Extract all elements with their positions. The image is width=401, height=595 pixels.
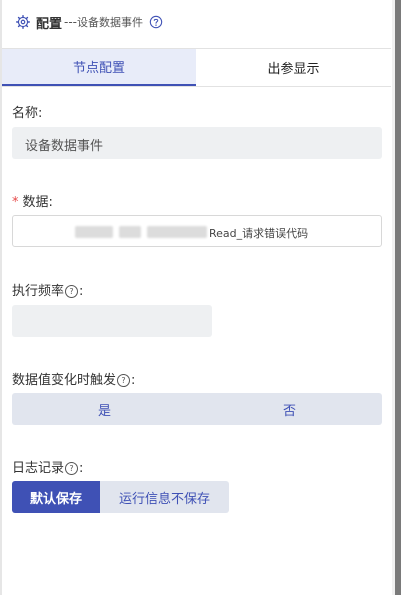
trigger-label-row: 数据值变化时触发?:	[12, 369, 135, 388]
label-colon: :	[79, 284, 84, 299]
name-label: 名称:	[12, 106, 43, 121]
redacted-text	[119, 226, 141, 238]
log-label-row: 日志记录?:	[12, 457, 83, 476]
log-option-default-save[interactable]: 默认保存	[12, 481, 100, 513]
data-field-value: Read_请求错误代码	[209, 227, 309, 240]
frequency-field[interactable]	[12, 305, 212, 337]
log-option-no-save[interactable]: 运行信息不保存	[100, 481, 229, 513]
trigger-help-icon[interactable]: ?	[117, 374, 131, 387]
log-label: 日志记录	[12, 461, 65, 476]
label-colon: :	[131, 373, 136, 388]
name-field[interactable]: 设备数据事件	[12, 127, 382, 159]
panel-left-border	[0, 0, 2, 595]
panel-header: 配置 --- 设备数据事件	[16, 12, 163, 32]
tab-output-params[interactable]: 出参显示	[196, 49, 391, 86]
frequency-label-row: 执行频率?:	[12, 280, 83, 299]
title-separator: ---	[64, 15, 78, 29]
trigger-option-no[interactable]: 否	[197, 393, 382, 425]
required-mark: *	[12, 195, 19, 210]
label-colon: :	[79, 461, 84, 476]
name-field-value: 设备数据事件	[25, 139, 104, 154]
node-name-subtitle: 设备数据事件	[77, 16, 144, 29]
tab-node-config[interactable]: 节点配置	[2, 49, 196, 86]
gear-icon	[16, 15, 30, 29]
redacted-text	[75, 226, 113, 238]
data-field[interactable]: Read_请求错误代码	[12, 215, 382, 247]
config-tabs: 节点配置 出参显示	[2, 48, 391, 87]
panel-title: 配置	[36, 16, 63, 32]
log-help-icon[interactable]: ?	[65, 462, 79, 475]
frequency-help-icon[interactable]: ?	[65, 285, 79, 298]
trigger-option-yes[interactable]: 是	[12, 393, 197, 425]
trigger-toggle: 是 否	[12, 393, 382, 425]
vertical-scrollbar[interactable]	[392, 0, 401, 595]
frequency-label: 执行频率	[12, 284, 65, 299]
help-icon[interactable]	[149, 15, 163, 29]
data-label-row: * 数据:	[12, 191, 53, 210]
redacted-text	[147, 226, 207, 238]
log-toggle: 默认保存 运行信息不保存	[12, 481, 229, 513]
data-label: 数据:	[22, 195, 53, 210]
trigger-label: 数据值变化时触发	[12, 373, 117, 388]
